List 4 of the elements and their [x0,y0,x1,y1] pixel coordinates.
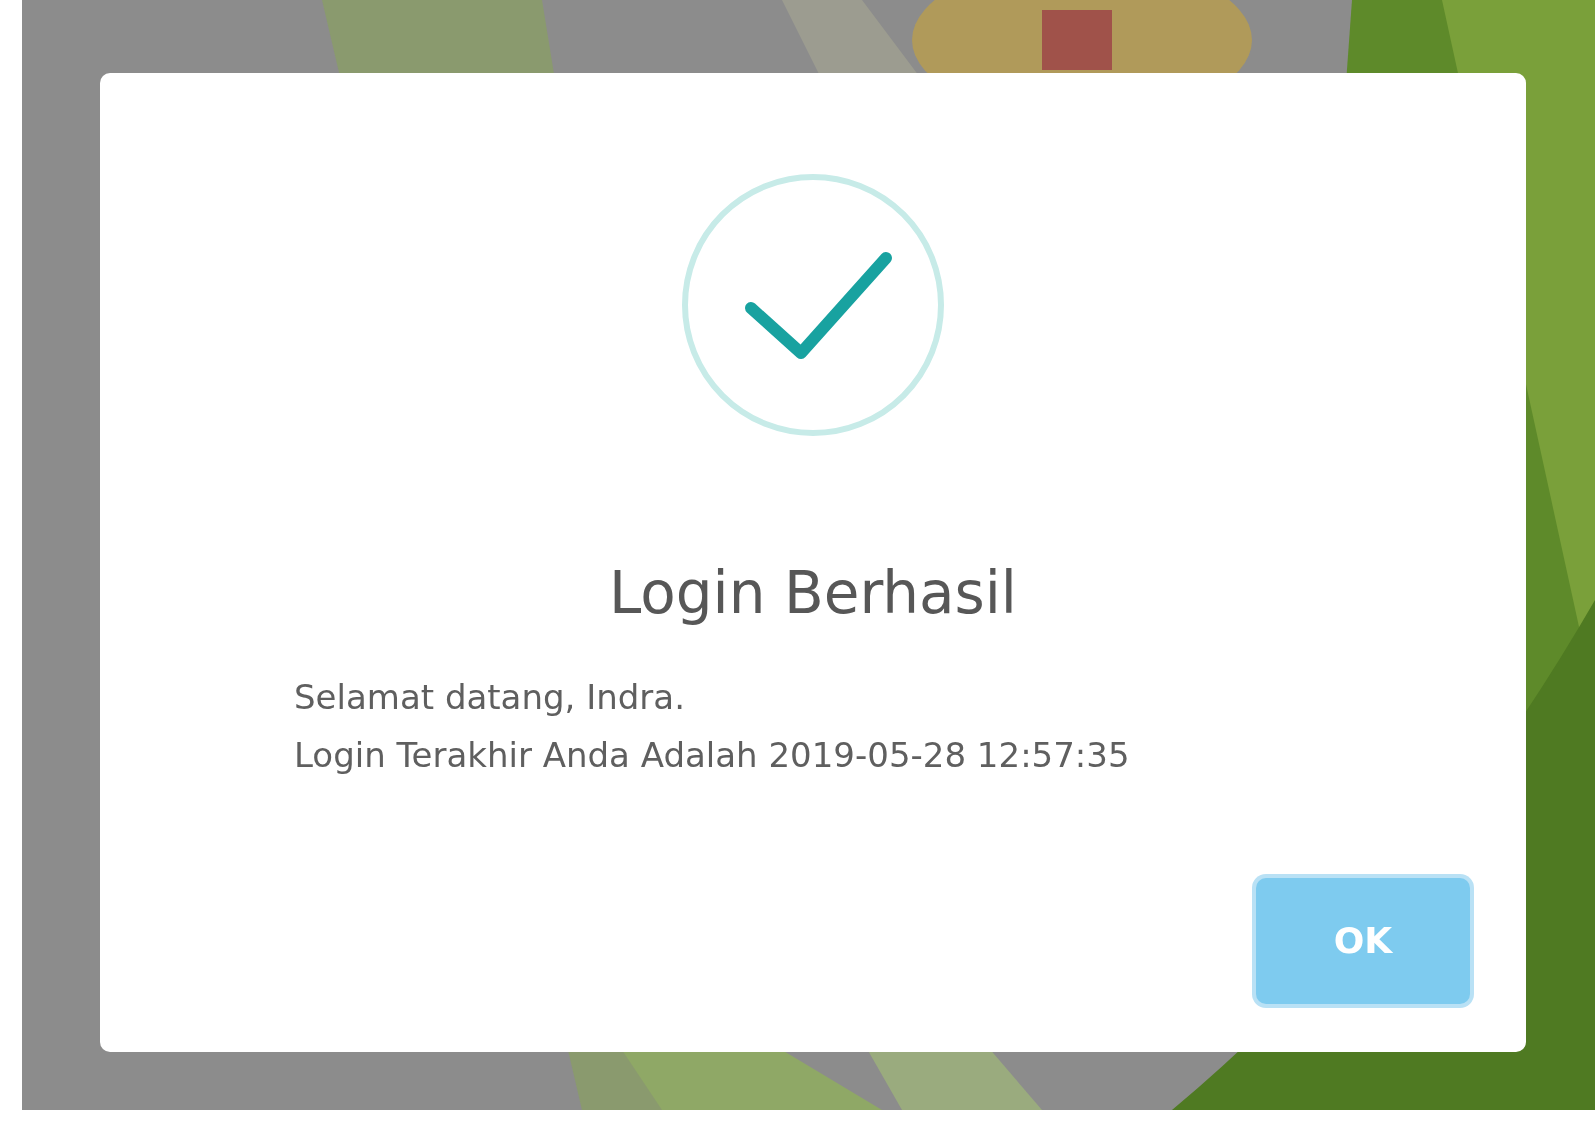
success-check-icon [681,173,945,437]
dialog-title: Login Berhasil [609,558,1017,629]
message-line: Selamat datang, Indra. [294,675,686,719]
message-line: Login Terakhir Anda Adalah 2019-05-28 12:57:35 [294,733,1130,777]
